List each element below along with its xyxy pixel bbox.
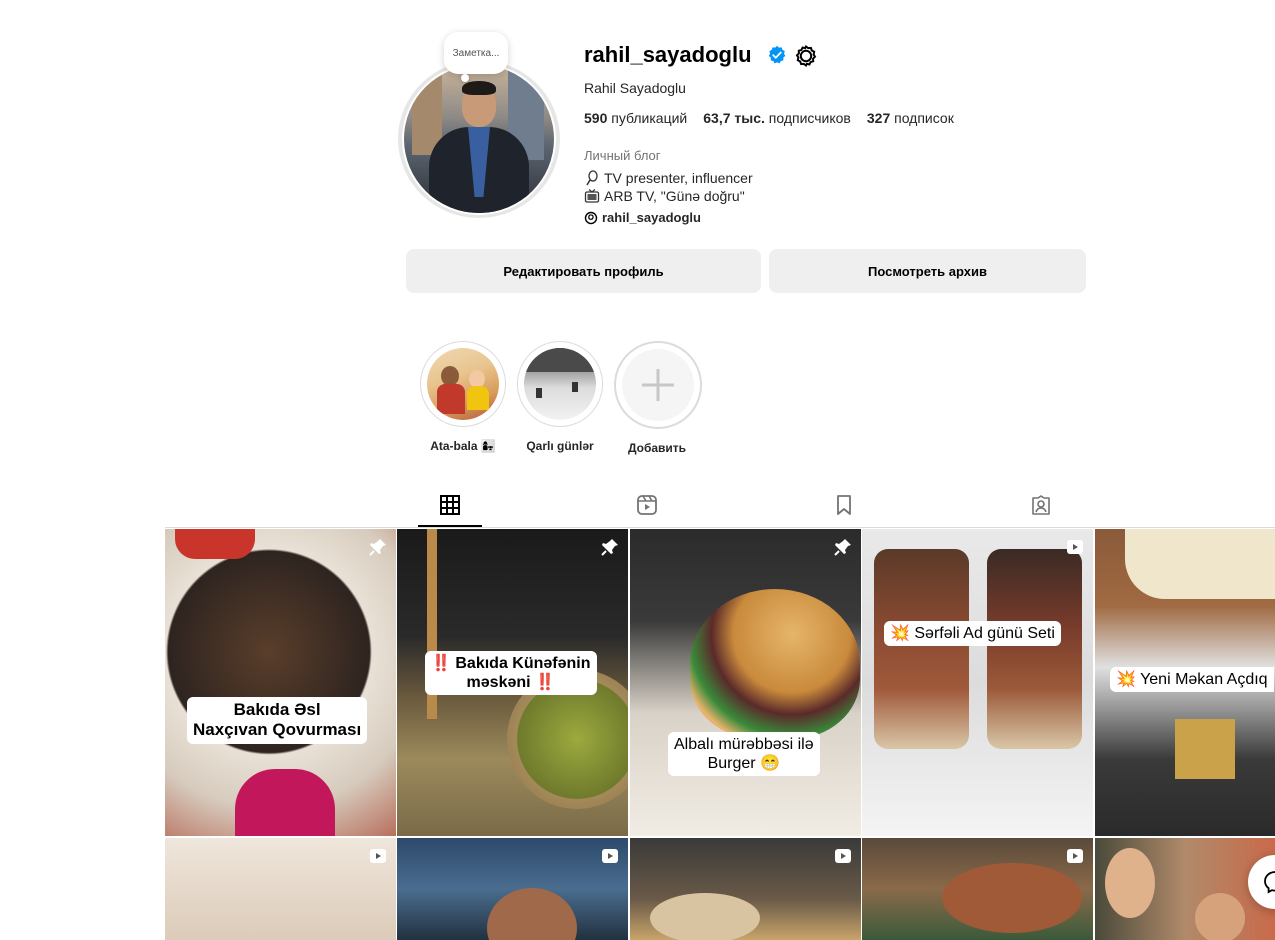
threads-handle: rahil_sayadoglu <box>602 210 701 225</box>
add-highlight-button[interactable]: Добавить <box>614 341 702 455</box>
highlight-label: Ata-bala 👩‍👧 <box>430 439 496 453</box>
following-stat[interactable]: 327 подписок <box>867 110 954 126</box>
edit-profile-button[interactable]: Редактировать профиль <box>406 249 761 293</box>
tagged-icon[interactable] <box>1029 493 1053 517</box>
post-caption: 💥 Sərfəli Ad günü Seti <box>884 621 1061 647</box>
post-tile[interactable] <box>397 838 628 940</box>
pin-icon <box>601 539 618 556</box>
highlight-ring <box>614 341 702 429</box>
highlight-cover <box>524 348 596 420</box>
post-tile[interactable] <box>165 838 396 940</box>
followers-label: подписчиков <box>768 110 851 126</box>
posts-stat: 590 публикаций <box>584 110 687 126</box>
username: rahil_sayadoglu <box>584 42 752 67</box>
post-tile[interactable]: Bakıda Əsl Naxçıvan Qovurması <box>165 529 396 836</box>
highlight-ring <box>517 341 603 427</box>
full-name: Rahil Sayadoglu <box>584 80 686 96</box>
highlight-ata-bala[interactable]: Ata-bala 👩‍👧 <box>420 341 506 453</box>
highlight-ring <box>420 341 506 427</box>
highlight-label: Добавить <box>627 441 687 455</box>
saved-icon[interactable] <box>832 493 856 517</box>
threads-icon <box>584 211 598 224</box>
post-caption: Bakıda Əsl Naxçıvan Qovurması <box>187 697 368 744</box>
note-bubble-tail <box>461 74 469 82</box>
pin-icon <box>369 539 386 556</box>
reels-icon[interactable] <box>635 493 659 517</box>
followers-stat[interactable]: 63,7 тыс. подписчиков <box>703 110 851 126</box>
tabs-divider <box>165 527 1275 528</box>
bio-line: TV presenter, influencer <box>584 170 753 186</box>
active-tab-indicator <box>418 525 482 527</box>
post-tile[interactable] <box>862 838 1093 940</box>
post-tile[interactable]: Albalı mürəbbəsi ilə Burger 😁 <box>630 529 861 836</box>
grid-icon[interactable] <box>438 493 462 517</box>
posts-count: 590 <box>584 110 608 126</box>
profile-category: Личный блог <box>584 148 661 163</box>
reel-icon <box>602 849 618 863</box>
bio-text: TV presenter, influencer <box>604 170 753 186</box>
posts-label: публикаций <box>611 110 688 126</box>
post-caption: 💥 Yeni Məkan Açdıq <box>1110 667 1274 693</box>
messenger-icon <box>1264 871 1275 894</box>
following-count: 327 <box>866 110 891 126</box>
note-bubble[interactable]: Заметка... <box>444 32 508 74</box>
reel-icon <box>835 849 851 863</box>
avatar-photo <box>402 63 556 215</box>
highlight-label: Qarlı günlər <box>526 439 594 453</box>
post-tile[interactable]: ‼️ Bakıda Künəfənin məskəni ‼️ <box>397 529 628 836</box>
bio-line: ARB TV, "Günə doğru" <box>584 188 745 204</box>
view-archive-button[interactable]: Посмотреть архив <box>769 249 1086 293</box>
threads-link[interactable]: rahil_sayadoglu <box>584 210 701 225</box>
post-caption: Albalı mürəbbəsi ilə Burger 😁 <box>668 732 820 777</box>
verified-badge-icon <box>768 45 786 64</box>
reel-icon <box>1067 540 1083 554</box>
reel-icon <box>1067 849 1083 863</box>
post-tile[interactable]: 💥 Yeni Məkan Açdıq <box>1095 529 1275 836</box>
highlight-qarli-gunler[interactable]: Qarlı günlər <box>517 341 603 453</box>
post-tile[interactable]: 💥 Sərfəli Ad günü Seti <box>862 529 1093 836</box>
tv-icon <box>584 189 600 203</box>
post-tile[interactable] <box>630 838 861 940</box>
profile-stats: 590 публикаций 63,7 тыс. подписчиков 327… <box>584 110 954 126</box>
post-caption: ‼️ Bakıda Künəfənin məskəni ‼️ <box>425 651 597 696</box>
profile-avatar[interactable] <box>398 60 560 218</box>
following-label: подписок <box>894 110 954 126</box>
bio-text: ARB TV, "Günə doğru" <box>604 188 745 204</box>
reel-icon <box>370 849 386 863</box>
settings-gear-icon[interactable] <box>794 44 818 68</box>
pin-icon <box>834 539 851 556</box>
followers-count: 63,7 тыс. <box>703 110 765 126</box>
note-text: Заметка... <box>452 47 500 59</box>
highlight-cover <box>427 348 499 420</box>
plus-icon <box>622 349 694 421</box>
microphone-icon <box>586 170 598 186</box>
